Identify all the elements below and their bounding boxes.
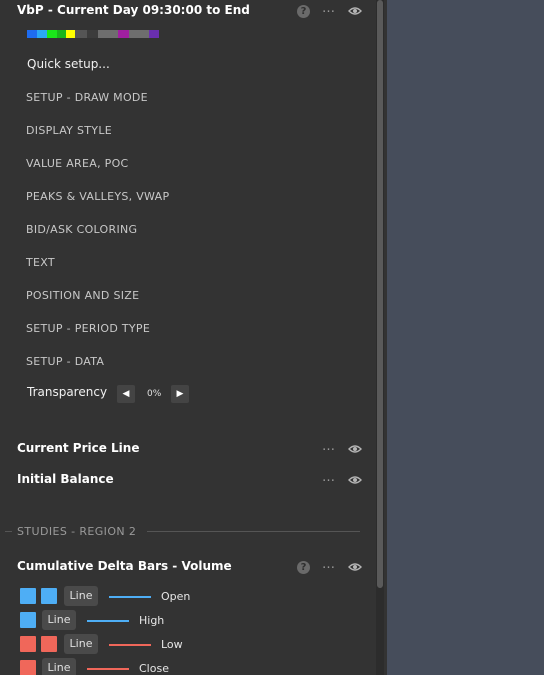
help-icon[interactable]: ? [297,561,310,574]
plot-style-button[interactable]: Line [42,610,76,630]
menu-item-bid-ask-coloring[interactable]: BID/ASK COLORING [26,223,137,236]
palette-swatch[interactable] [87,30,98,38]
palette-swatch[interactable] [108,30,118,38]
more-options-icon[interactable]: … [322,471,336,484]
palette-swatch[interactable] [129,30,139,38]
section-divider [5,531,12,532]
menu-item-setup-draw-mode[interactable]: SETUP - DRAW MODE [26,91,148,104]
eye-icon[interactable] [348,6,362,16]
chart-area-background [387,0,544,675]
plot-line-preview [87,620,129,622]
quick-setup-link[interactable]: Quick setup... [27,57,110,71]
indicator-initial-balance[interactable]: Initial Balance [17,472,114,486]
plot-style-button[interactable]: Line [64,634,98,654]
palette-swatch[interactable] [149,30,159,38]
more-options-icon[interactable]: … [322,558,336,571]
plot-style-button[interactable]: Line [42,658,76,675]
plot-label-close: Close [139,662,169,675]
plot-color-swatch[interactable] [20,612,36,628]
cdb-study-title[interactable]: Cumulative Delta Bars - Volume [17,559,232,573]
help-icon[interactable]: ? [297,5,310,18]
plot-color-swatch[interactable] [20,588,36,604]
palette-swatch[interactable] [27,30,37,38]
menu-item-display-style[interactable]: DISPLAY STYLE [26,124,112,137]
menu-item-text[interactable]: TEXT [26,256,55,269]
plot-label-high: High [139,614,165,627]
menu-item-position-and-size[interactable]: POSITION AND SIZE [26,289,139,302]
menu-item-setup-period-type[interactable]: SETUP - PERIOD TYPE [26,322,150,335]
palette-swatch[interactable] [47,30,57,38]
plot-color-swatch[interactable] [41,636,57,652]
palette-swatch[interactable] [98,30,108,38]
palette-swatch[interactable] [57,30,66,38]
study-settings-panel: VbP - Current Day 09:30:00 to End ? … Qu… [0,0,387,675]
plot-color-swatch[interactable] [20,636,36,652]
eye-icon[interactable] [348,562,362,572]
plot-label-open: Open [161,590,191,603]
more-options-icon[interactable]: … [322,440,336,453]
menu-item-setup-data[interactable]: SETUP - DATA [26,355,104,368]
indicator-current-price-line[interactable]: Current Price Line [17,441,139,455]
vbp-study-title[interactable]: VbP - Current Day 09:30:00 to End [17,3,250,17]
menu-item-value-area-poc[interactable]: VALUE AREA, POC [26,157,129,170]
transparency-decrease-button[interactable]: ◀ [117,385,135,403]
palette-swatch[interactable] [118,30,129,38]
section-label: STUDIES - REGION 2 [17,525,137,538]
plot-label-low: Low [161,638,183,651]
menu-item-peaks-valleys-vwap[interactable]: PEAKS & VALLEYS, VWAP [26,190,169,203]
plot-color-swatch[interactable] [20,660,36,675]
eye-icon[interactable] [348,475,362,485]
eye-icon[interactable] [348,444,362,454]
palette-swatch[interactable] [139,30,149,38]
section-divider [147,531,360,532]
plot-line-preview [87,668,129,670]
plot-color-swatch[interactable] [41,588,57,604]
palette-swatch[interactable] [66,30,75,38]
palette-swatch[interactable] [75,30,87,38]
plot-line-preview [109,644,151,646]
panel-scrollbar[interactable] [376,0,384,675]
palette-swatch[interactable] [37,30,47,38]
transparency-label: Transparency [27,385,108,399]
plot-line-preview [109,596,151,598]
more-options-icon[interactable]: … [322,2,336,15]
scrollbar-thumb[interactable] [377,0,383,588]
plot-style-button[interactable]: Line [64,586,98,606]
transparency-value: 0% [147,389,162,399]
transparency-increase-button[interactable]: ▶ [171,385,189,403]
